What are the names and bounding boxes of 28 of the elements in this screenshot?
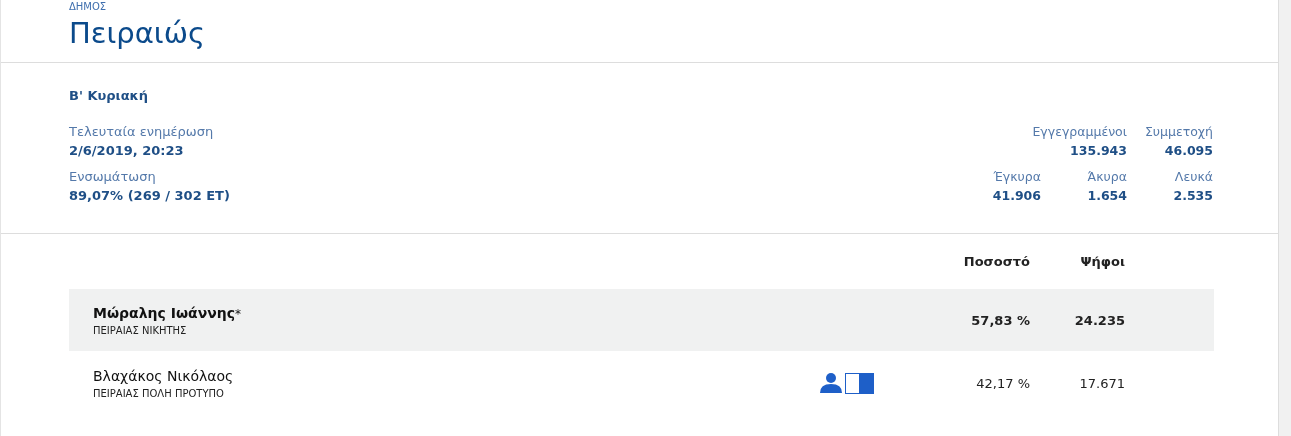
stat-value: 1.654 xyxy=(1086,187,1127,205)
stat-value: 46.095 xyxy=(1163,142,1213,160)
page-title: Πειραιώς xyxy=(69,15,206,52)
candidate-name: Μώραλης Ιωάννης* xyxy=(93,304,243,321)
round-label: Β' Κυριακή xyxy=(69,88,150,103)
info-label: Τελευταία ενημέρωση xyxy=(69,123,215,141)
stat-value: 41.906 xyxy=(991,187,1041,205)
stat-value: 2.535 xyxy=(1172,187,1213,205)
percent-cell-text: 57,83 % xyxy=(970,312,1030,328)
column-header: Ποσοστό xyxy=(962,254,1030,269)
stat-label: Άκυρα xyxy=(1086,168,1127,186)
stat-label: Έγκυρα xyxy=(992,168,1041,186)
info-value: 89,07% (269 / 302 ΕΤ) xyxy=(69,187,230,205)
stat-label: Εγγεγραμμένοι xyxy=(1031,123,1127,141)
party-name: ΠΕΙΡΑΙΑΣ ΝΙΚΗΤΗΣ xyxy=(93,324,188,336)
percent-cell-text: 42,17 % xyxy=(975,375,1030,391)
stat-value: 135.943 xyxy=(1069,142,1127,160)
candidate-name: Βλαχάκος Νικόλαος xyxy=(93,367,235,384)
votes-cell-text: 17.671 xyxy=(1078,375,1126,391)
stat-label: Συμμετοχή xyxy=(1143,123,1213,141)
column-header: Ψήφοι xyxy=(1079,254,1126,269)
half-square-icon xyxy=(845,372,874,394)
info-value: 2/6/2019, 20:23 xyxy=(69,142,185,160)
kicker-label: ΔΗΜΟΣ xyxy=(69,0,108,13)
info-label: Ενσωμάτωση xyxy=(69,168,157,186)
party-name: ΠΕΙΡΑΙΑΣ ΠΟΛΗ ΠΡΟΤΥΠΟ xyxy=(93,387,225,399)
votes-cell-text: 24.235 xyxy=(1073,312,1126,328)
stat-label: Λευκά xyxy=(1173,168,1213,186)
